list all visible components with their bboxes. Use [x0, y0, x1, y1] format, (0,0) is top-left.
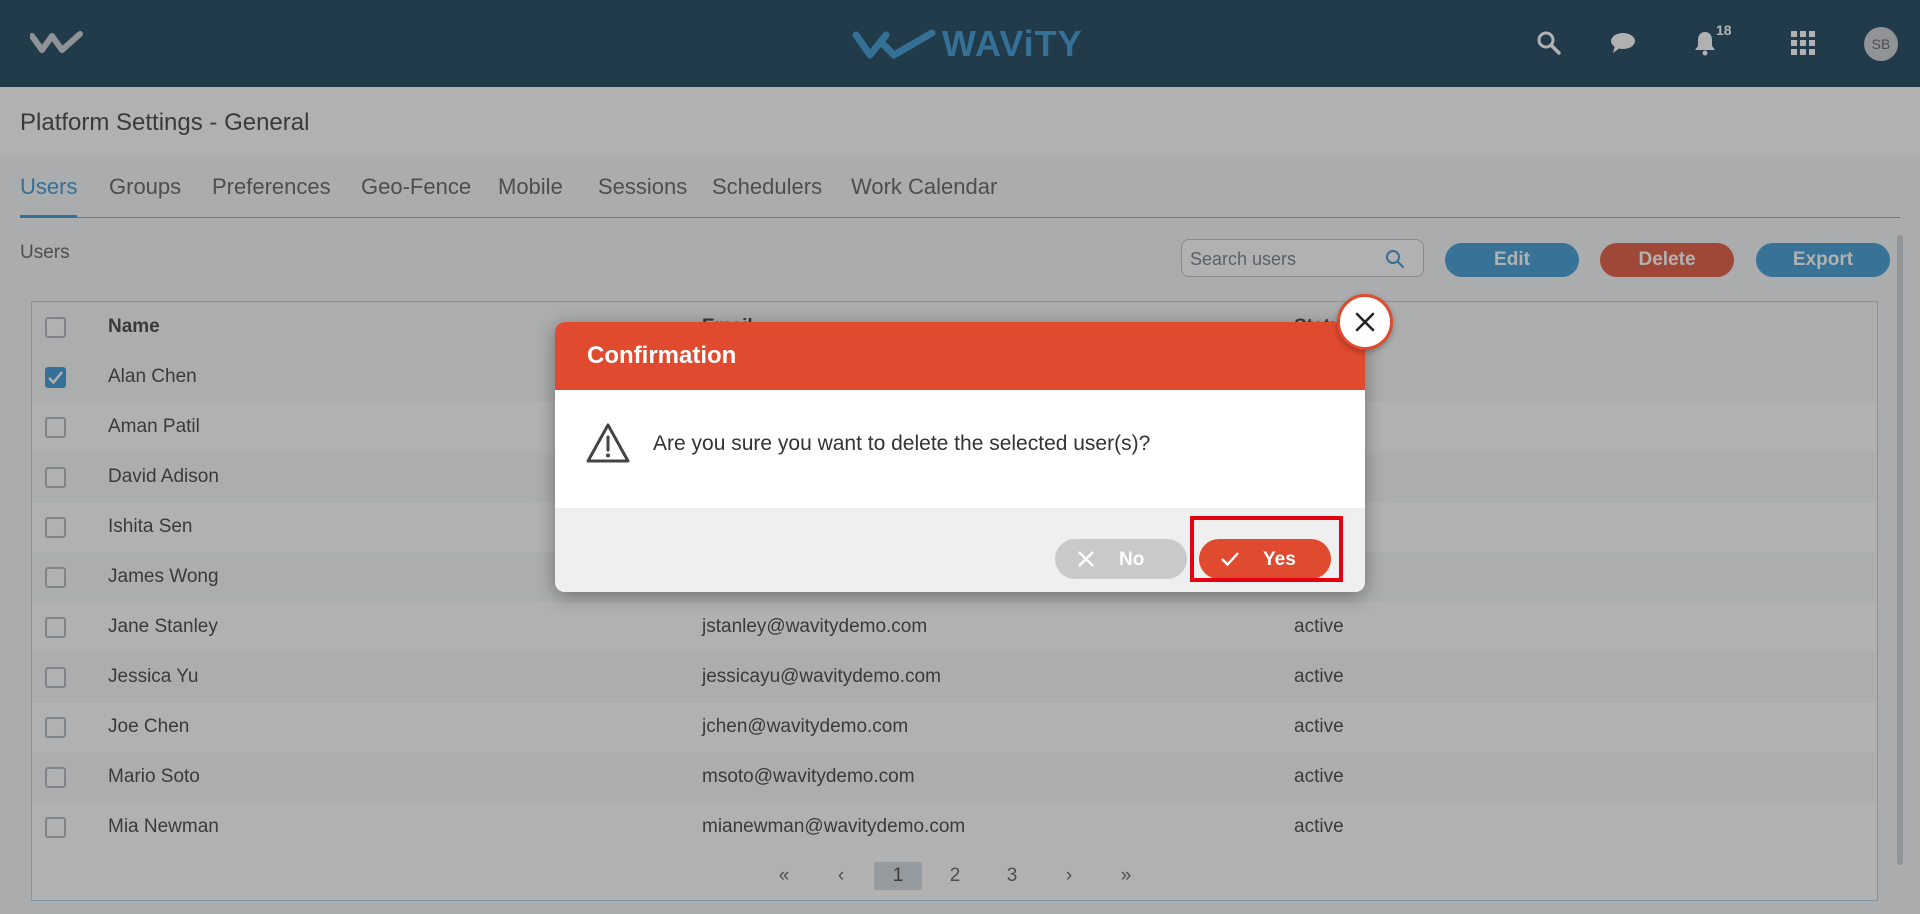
no-button-label: No [1119, 549, 1145, 570]
dialog-header: Confirmation [555, 322, 1365, 390]
warning-icon [586, 423, 630, 463]
dialog-message: Are you sure you want to delete the sele… [653, 432, 1151, 455]
dialog-title: Confirmation [587, 342, 737, 369]
dialog-close-button[interactable] [1337, 294, 1393, 350]
yes-button-highlight [1190, 516, 1343, 582]
dialog-body: Are you sure you want to delete the sele… [555, 390, 1365, 500]
close-icon [1355, 312, 1375, 332]
close-icon [1078, 551, 1094, 567]
no-button[interactable]: No [1055, 539, 1187, 579]
